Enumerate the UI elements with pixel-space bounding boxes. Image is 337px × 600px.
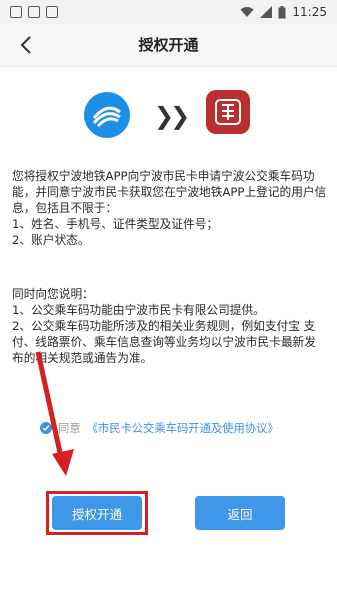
agreement-link[interactable]: 《市民卡公交乘车码开通及使用协议》 <box>87 420 279 436</box>
battery-icon <box>278 5 286 18</box>
agree-checkbox[interactable] <box>40 422 52 434</box>
intro-text: 您将授权宁波地铁APP向宁波市民卡申请宁波公交乘车码功能，并同意宁波市民卡获取您… <box>12 168 327 248</box>
citizen-card-logo <box>206 90 250 134</box>
agree-label: 同意 <box>58 422 81 435</box>
return-button[interactable]: 返回 <box>195 496 285 530</box>
page-title: 授权开通 <box>138 36 199 54</box>
auth-logos: ❯❯ <box>0 86 337 156</box>
intro-item-1: 1、姓名、手机号、证件类型及证件号； <box>12 217 219 231</box>
status-bar: 11:25 <box>0 0 337 24</box>
highlight-box <box>46 491 148 535</box>
notice-heading: 同时向您说明： <box>12 287 94 301</box>
agreement-row: 同意 《市民卡公交乘车码开通及使用协议》 <box>40 420 279 436</box>
double-chevron-right-icon: ❯❯ <box>154 102 190 130</box>
text-notification-icon <box>46 6 58 18</box>
signal-icon <box>260 6 273 18</box>
notice-item-2: 2、公交乘车码功能所涉及的相关业务规则，例如支付宝 支付、线路票价、乘车信息查询… <box>12 319 316 365</box>
image-notification-icon <box>10 6 22 18</box>
intro-paragraph: 您将授权宁波地铁APP向宁波市民卡申请宁波公交乘车码功能，并同意宁波市民卡获取您… <box>12 169 327 215</box>
status-time: 11:25 <box>292 5 327 19</box>
intro-item-2: 2、账户状态。 <box>12 233 90 247</box>
wifi-icon <box>240 7 254 17</box>
notice-item-1: 1、公交乘车码功能由宁波市民卡有限公司提供。 <box>12 303 265 317</box>
ningbo-metro-logo <box>84 92 130 138</box>
notice-text: 同时向您说明： 1、公交乘车码功能由宁波市民卡有限公司提供。 2、公交乘车码功能… <box>12 286 327 366</box>
gallery-notification-icon <box>28 6 40 18</box>
nav-bar: 授权开通 <box>0 24 337 67</box>
